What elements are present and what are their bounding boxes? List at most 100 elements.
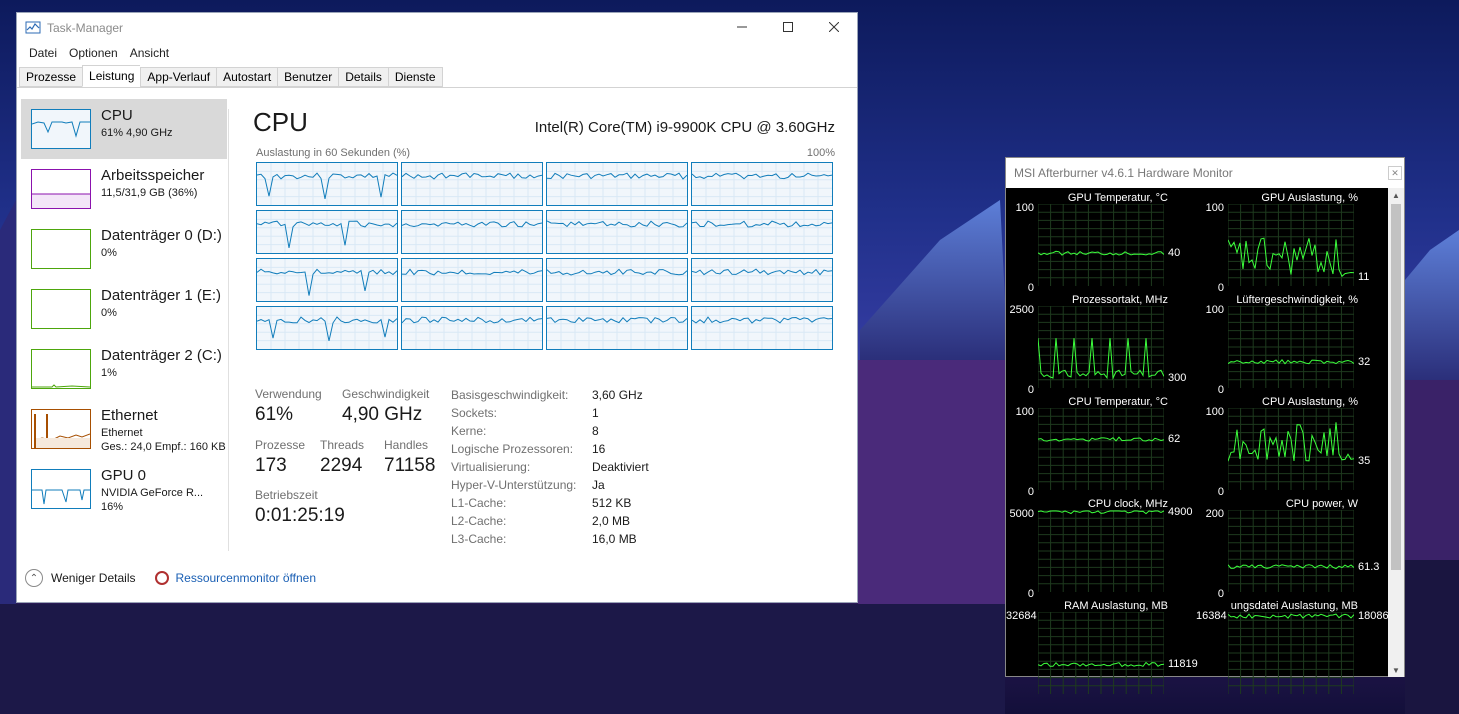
logical-processor-graph bbox=[256, 306, 398, 350]
title-bar[interactable]: Task-Manager bbox=[17, 13, 857, 43]
monitor-graph-max: 100 bbox=[1205, 202, 1224, 214]
sidebar-item-disk-2[interactable]: Datenträger 2 (C:) 1% bbox=[21, 339, 227, 399]
monitor-graph-plot bbox=[1038, 510, 1164, 592]
tab-benutzer[interactable]: Benutzer bbox=[277, 67, 339, 87]
sidebar-item-detail: 61% 4,90 GHz bbox=[101, 127, 173, 139]
sidebar-item-disk-1[interactable]: Datenträger 1 (E:) 0% bbox=[21, 279, 227, 339]
logical-processor-graph bbox=[691, 162, 833, 206]
spec-key: Hyper-V-Unterstützung: bbox=[451, 478, 577, 492]
monitor-graph-panel: GPU Temperatur, °C 100 0 40 bbox=[1006, 190, 1196, 294]
monitor-graph-panel: CPU Temperatur, °C 100 0 62 bbox=[1006, 394, 1196, 498]
monitor-graph-title: CPU power, W bbox=[1285, 498, 1358, 510]
sidebar-item-detail: NVIDIA GeForce R... bbox=[101, 487, 204, 499]
logical-processor-graphs[interactable] bbox=[256, 162, 833, 350]
monitor-graph-current-value: 18086 bbox=[1358, 610, 1389, 623]
spec-value: 16,0 MB bbox=[592, 532, 637, 546]
monitor-graph-plot bbox=[1228, 510, 1354, 592]
stat-usage: Verwendung 61% bbox=[255, 387, 322, 426]
spec-row: Sockets: 1 bbox=[451, 404, 649, 422]
sidebar-item-label: Arbeitsspeicher bbox=[101, 167, 205, 184]
tab-autostart[interactable]: Autostart bbox=[216, 67, 278, 87]
minimize-icon bbox=[737, 26, 747, 28]
stat-processes: Prozesse 173 bbox=[255, 438, 305, 477]
spec-value: 8 bbox=[592, 424, 599, 438]
stat-speed: Geschwindigkeit 4,90 GHz bbox=[342, 387, 429, 426]
logical-processor-graph bbox=[546, 306, 688, 350]
window-title: Task-Manager bbox=[47, 21, 124, 35]
task-manager-app-icon bbox=[25, 21, 41, 34]
scroll-down-icon[interactable]: ▼ bbox=[1388, 663, 1404, 677]
monitor-graph-current-value: 11819 bbox=[1168, 658, 1198, 671]
memory-thumbnail-graph bbox=[31, 169, 91, 209]
sidebar-item-disk-0[interactable]: Datenträger 0 (D:) 0% bbox=[21, 219, 227, 279]
chevron-up-icon[interactable]: ⌃ bbox=[25, 569, 43, 587]
afterburner-close-button[interactable]: ✕ bbox=[1388, 166, 1402, 180]
spec-row: L1-Cache: 512 KB bbox=[451, 494, 649, 512]
tab-prozesse[interactable]: Prozesse bbox=[19, 67, 83, 87]
spec-value: Ja bbox=[592, 478, 605, 492]
monitor-graph-title: Lüftergeschwindigkeit, % bbox=[1236, 294, 1358, 306]
footer: ⌃ Weniger Details Ressourcenmonitor öffn… bbox=[25, 569, 316, 587]
spec-value: Deaktiviert bbox=[592, 460, 649, 474]
sidebar-item-label: Datenträger 2 (C:) bbox=[101, 347, 222, 364]
sidebar-item-detail: 11,5/31,9 GB (36%) bbox=[101, 187, 198, 199]
stat-handles: Handles 71158 bbox=[384, 438, 435, 477]
logical-processor-graph bbox=[691, 210, 833, 254]
fewer-details-button[interactable]: Weniger Details bbox=[51, 571, 135, 585]
spec-value: 2,0 MB bbox=[592, 514, 631, 528]
page-title: CPU bbox=[253, 107, 308, 137]
sidebar-item-memory[interactable]: Arbeitsspeicher 11,5/31,9 GB (36%) bbox=[21, 159, 227, 219]
maximize-button[interactable] bbox=[765, 13, 811, 41]
stat-value: 71158 bbox=[384, 455, 436, 476]
sidebar-item-ethernet[interactable]: Ethernet Ethernet Ges.: 24,0 Empf.: 160 … bbox=[21, 399, 227, 459]
logical-processor-graph bbox=[401, 162, 543, 206]
monitor-graph-plot bbox=[1038, 612, 1164, 694]
monitor-graph-panel: Lüftergeschwindigkeit, % 100 0 32 bbox=[1196, 292, 1386, 396]
spec-value: 1 bbox=[592, 406, 599, 420]
monitor-graph-current-value: 61.3 bbox=[1358, 560, 1380, 573]
open-resource-monitor-link[interactable]: Ressourcenmonitor öffnen bbox=[175, 571, 316, 585]
stat-threads: Threads 2294 bbox=[320, 438, 364, 477]
sidebar-item-cpu[interactable]: CPU 61% 4,90 GHz bbox=[21, 99, 227, 159]
sidebar-item-gpu-0[interactable]: GPU 0 NVIDIA GeForce R... 16% bbox=[21, 459, 227, 519]
sidebar-item-detail: Ethernet bbox=[101, 427, 143, 439]
monitor-graph-current-value: 62 bbox=[1168, 433, 1181, 446]
tab-leistung[interactable]: Leistung bbox=[82, 65, 141, 87]
minimize-button[interactable] bbox=[719, 13, 765, 41]
spec-row: Virtualisierung: Deaktiviert bbox=[451, 458, 649, 476]
monitor-graph-title: CPU Auslastung, % bbox=[1262, 396, 1358, 408]
sidebar-item-label: Ethernet bbox=[101, 407, 158, 424]
graph-caption: Auslastung in 60 Sekunden (%) bbox=[256, 147, 411, 159]
spec-row: L3-Cache: 16,0 MB bbox=[451, 530, 649, 548]
sidebar-item-detail: 0% bbox=[101, 307, 117, 319]
afterburner-title-bar[interactable]: MSI Afterburner v4.6.1 Hardware Monitor … bbox=[1006, 158, 1404, 188]
monitor-graph-title: GPU Auslastung, % bbox=[1261, 192, 1358, 204]
spec-key: Virtualisierung: bbox=[451, 460, 531, 474]
tab-app-verlauf[interactable]: App-Verlauf bbox=[140, 67, 217, 87]
sidebar-item-detail: 0% bbox=[101, 247, 117, 259]
monitor-graph-current-value: 4900 bbox=[1168, 505, 1193, 518]
tab-details[interactable]: Details bbox=[338, 67, 388, 87]
spec-key: Logische Prozessoren: bbox=[451, 442, 574, 456]
tab-divider bbox=[17, 87, 857, 88]
scroll-up-icon[interactable]: ▲ bbox=[1388, 188, 1404, 202]
close-button[interactable] bbox=[811, 13, 857, 41]
monitor-graph-max: 100 bbox=[1015, 406, 1034, 418]
monitor-graph-max: 2500 bbox=[1009, 304, 1034, 316]
afterburner-window: MSI Afterburner v4.6.1 Hardware Monitor … bbox=[1005, 157, 1405, 694]
stat-value: 2294 bbox=[320, 455, 363, 476]
monitor-graph-title: RAM Auslastung, MB bbox=[1064, 600, 1168, 612]
scrollbar-thumb[interactable] bbox=[1391, 204, 1401, 570]
monitor-graph-title: CPU Temperatur, °C bbox=[1068, 396, 1168, 408]
stat-label: Geschwindigkeit bbox=[342, 387, 430, 401]
menu-ansicht[interactable]: Ansicht bbox=[124, 46, 175, 60]
menu-datei[interactable]: Datei bbox=[23, 46, 63, 60]
menu-optionen[interactable]: Optionen bbox=[63, 46, 124, 60]
logical-processor-graph bbox=[546, 258, 688, 302]
tab-dienste[interactable]: Dienste bbox=[387, 67, 443, 87]
monitor-graph-plot bbox=[1228, 408, 1354, 490]
spec-value: 16 bbox=[592, 442, 606, 456]
stat-label: Verwendung bbox=[255, 387, 322, 401]
afterburner-scrollbar[interactable]: ▲ ▼ bbox=[1388, 188, 1404, 677]
monitor-graph-current-value: 11 bbox=[1358, 270, 1370, 283]
